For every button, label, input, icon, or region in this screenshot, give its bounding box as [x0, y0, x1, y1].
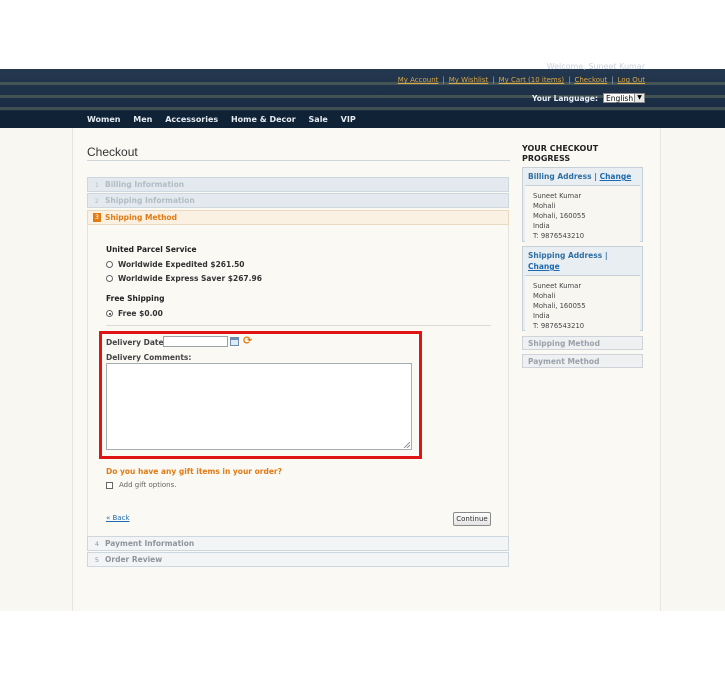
step-number: 5	[94, 556, 100, 564]
step-shipping-information: 2 Shipping Information	[87, 193, 509, 208]
link-separator: |	[492, 76, 495, 84]
address-line: India	[533, 312, 550, 320]
progress-shipping-header: Shipping Address | Change	[523, 247, 642, 275]
shipping-address-details: Suneet Kumar Mohali Mohali, 160055 India…	[525, 275, 640, 336]
address-line: Mohali, 160055	[533, 212, 586, 220]
title-separator: |	[604, 251, 608, 260]
nav-item-men[interactable]: Men	[133, 115, 152, 124]
my-wishlist-link[interactable]: My Wishlist	[449, 76, 488, 84]
main-navigation: Women Men Accessories Home & Decor Sale …	[0, 111, 725, 128]
shipping-option-expedited[interactable]: Worldwide Expedited $261.50	[106, 260, 245, 269]
chevron-down-icon: ▼	[634, 94, 644, 102]
address-line: T: 9876543210	[533, 232, 585, 240]
step-label: Order Review	[105, 555, 163, 564]
gift-question: Do you have any gift items in your order…	[106, 467, 282, 476]
step-number: 1	[94, 181, 100, 189]
step-label: Shipping Information	[105, 196, 195, 205]
shipping-option-label: Worldwide Express Saver $267.96	[118, 274, 262, 283]
nav-item-accessories[interactable]: Accessories	[165, 115, 218, 124]
delivery-date-input[interactable]	[163, 336, 228, 347]
refresh-icon[interactable]: ⟳	[243, 335, 254, 346]
delivery-comments-textarea[interactable]	[106, 363, 412, 450]
billing-change-link[interactable]: Change	[600, 172, 632, 181]
progress-billing-address: Billing Address | Change Suneet Kumar Mo…	[522, 167, 643, 246]
ups-carrier-title: United Parcel Service	[106, 245, 197, 254]
address-line: Suneet Kumar	[533, 282, 582, 290]
gift-options-row[interactable]: Add gift options.	[106, 481, 176, 489]
welcome-message: Welcome, Suneet Kumar	[546, 62, 645, 71]
address-line: Mohali	[533, 292, 556, 300]
shipping-option-express-saver[interactable]: Worldwide Express Saver $267.96	[106, 274, 262, 283]
step-number: 2	[94, 197, 100, 205]
checkout-progress-title: YOUR CHECKOUT PROGRESS	[522, 144, 599, 163]
account-links: My Account | My Wishlist | My Cart (10 items…	[398, 76, 645, 84]
title-separator: |	[594, 172, 597, 181]
address-line: India	[533, 222, 550, 230]
nav-item-sale[interactable]: Sale	[309, 115, 328, 124]
address-line: Suneet Kumar	[533, 192, 582, 200]
billing-address-title: Billing Address	[528, 172, 592, 181]
step-shipping-method: 3 Shipping Method	[87, 210, 509, 225]
free-shipping-title: Free Shipping	[106, 294, 165, 303]
continue-button[interactable]: Continue	[453, 512, 491, 526]
billing-address-details: Suneet Kumar Mohali Mohali, 160055 India…	[525, 185, 640, 246]
step-payment-information: 4 Payment Information	[87, 536, 509, 551]
shipping-option-label: Free $0.00	[118, 309, 163, 318]
step-number: 3	[93, 213, 101, 222]
link-separator: |	[611, 76, 614, 84]
link-separator: |	[442, 76, 445, 84]
progress-shipping-method: Shipping Method	[522, 336, 643, 350]
radio-button-selected[interactable]	[106, 310, 113, 317]
step-billing-information: 1 Billing Information	[87, 177, 509, 192]
language-label: Your Language:	[532, 93, 598, 103]
section-divider	[106, 325, 491, 326]
address-line: T: 9876543210	[533, 322, 585, 330]
progress-shipping-address: Shipping Address | Change Suneet Kumar M…	[522, 246, 643, 336]
delivery-comments-label: Delivery Comments:	[106, 353, 192, 362]
calendar-icon[interactable]	[230, 337, 239, 346]
progress-payment-method: Payment Method	[522, 354, 643, 368]
gift-options-checkbox[interactable]	[106, 481, 113, 489]
nav-item-women[interactable]: Women	[87, 115, 121, 124]
shipping-option-label: Worldwide Expedited $261.50	[118, 260, 245, 269]
delivery-date-label: Delivery Date:	[106, 338, 167, 347]
nav-item-home-decor[interactable]: Home & Decor	[231, 115, 296, 124]
shipping-change-link[interactable]: Change	[528, 262, 560, 271]
link-separator: |	[568, 76, 571, 84]
my-account-link[interactable]: My Account	[398, 76, 439, 84]
radio-button[interactable]	[106, 275, 113, 282]
back-link[interactable]: « Back	[106, 514, 130, 522]
step-number: 4	[94, 540, 100, 548]
header-stripe	[0, 107, 725, 110]
step-label: Payment Information	[105, 539, 195, 548]
progress-billing-header: Billing Address | Change	[523, 168, 642, 185]
address-line: Mohali	[533, 202, 556, 210]
step-label: Billing Information	[105, 180, 185, 189]
my-cart-link[interactable]: My Cart (10 items)	[499, 76, 565, 84]
page-title: Checkout	[87, 145, 138, 159]
shipping-address-title: Shipping Address	[528, 251, 603, 260]
resize-handle-icon[interactable]	[404, 442, 410, 448]
checkout-link[interactable]: Checkout	[574, 76, 607, 84]
language-switcher: Your Language: English ▼	[532, 93, 645, 103]
shipping-option-free[interactable]: Free $0.00	[106, 309, 163, 318]
title-divider	[87, 160, 510, 161]
address-line: Mohali, 160055	[533, 302, 586, 310]
log-out-link[interactable]: Log Out	[618, 76, 645, 84]
language-select[interactable]: English ▼	[603, 93, 645, 103]
gift-options-label: Add gift options.	[119, 481, 177, 489]
nav-item-vip[interactable]: VIP	[341, 115, 356, 124]
radio-button[interactable]	[106, 261, 113, 268]
step-order-review: 5 Order Review	[87, 552, 509, 567]
language-value: English	[606, 94, 634, 103]
step-label: Shipping Method	[105, 213, 177, 222]
